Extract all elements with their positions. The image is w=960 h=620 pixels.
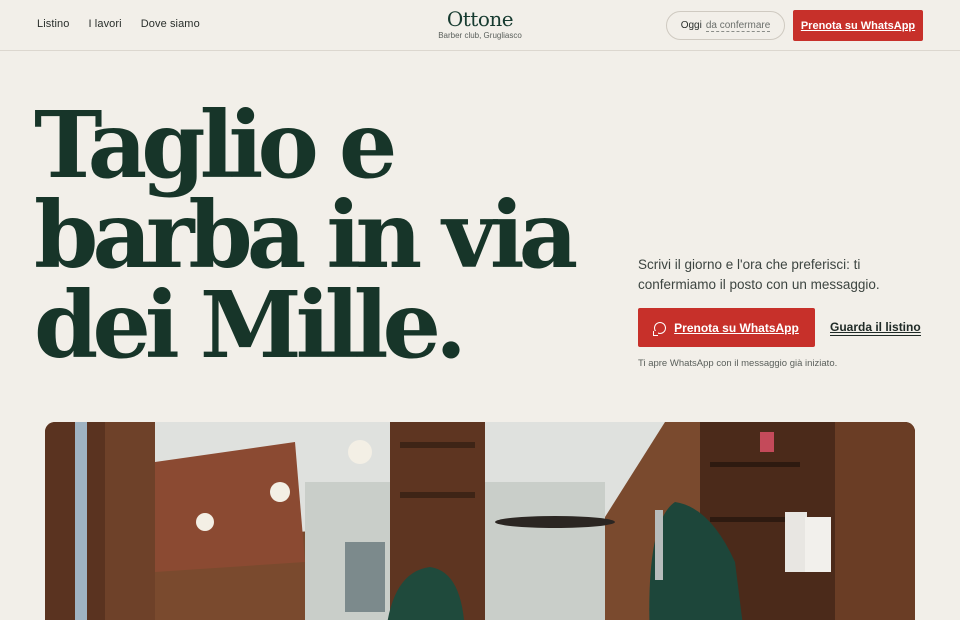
- hero-whatsapp-button[interactable]: Prenota su WhatsApp: [638, 308, 815, 347]
- view-price-list-link[interactable]: Guarda il listino: [830, 320, 921, 336]
- hero-lede: Scrivi il giorno e l'ora che preferisci:…: [638, 257, 880, 292]
- hero-title-line: dei Mille.: [34, 271, 467, 379]
- site-header: Listino I lavori Dove siamo Ottone Barbe…: [0, 0, 960, 51]
- barbershop-interior-image: [45, 422, 915, 620]
- hero-cta-label: Prenota su WhatsApp: [674, 320, 799, 335]
- hero-title-line: barba in via: [34, 181, 578, 289]
- whatsapp-note: Ti apre WhatsApp con il messaggio già in…: [638, 358, 838, 369]
- header-whatsapp-button[interactable]: Prenota su WhatsApp: [793, 10, 923, 41]
- hero-title-line: Taglio e: [34, 91, 397, 199]
- opening-status-pill: Oggi da confermare: [666, 11, 785, 40]
- hero-title: Taglio e barba in via dei Mille.: [34, 91, 578, 379]
- barbershop-photo: [45, 422, 915, 620]
- status-value: da confermare: [705, 19, 771, 32]
- status-prefix: Oggi: [680, 20, 702, 31]
- chat-bubble-icon: [653, 321, 667, 336]
